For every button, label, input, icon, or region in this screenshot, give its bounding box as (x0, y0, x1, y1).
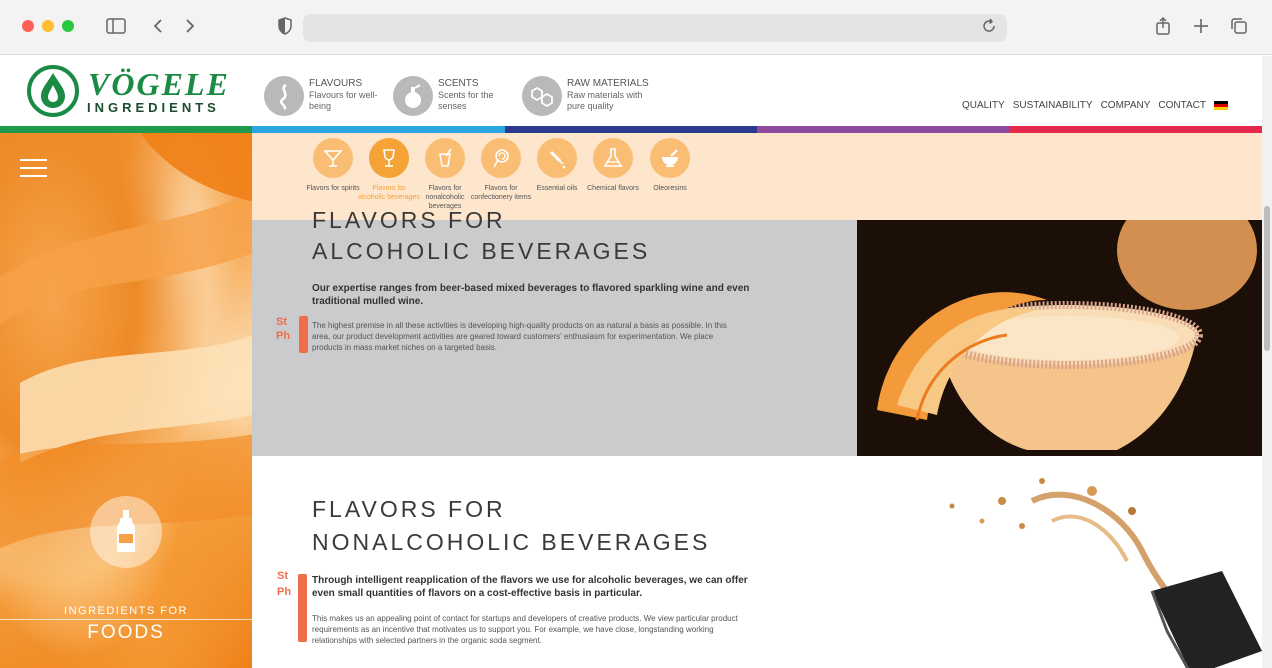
sidebar-label-top[interactable]: INGREDIENTS FOR (0, 605, 252, 617)
subnav-label: Flavors for confectionery items (470, 185, 532, 201)
wine-glass-icon (369, 138, 409, 178)
cocktail-glass-icon (313, 138, 353, 178)
section-title-line1: FLAVORS FOR (312, 496, 506, 522)
sidebar-label-main[interactable]: FOODS (0, 622, 252, 644)
subnav-chemical-flavors[interactable]: Chemical flavors (582, 138, 644, 193)
section-title-line2: ALCOHOLIC BEVERAGES (312, 238, 651, 264)
accent-bar (299, 316, 308, 353)
nav-company[interactable]: COMPANY (1101, 100, 1151, 111)
section-alcoholic-beverages: FLAVORS FOR ALCOHOLIC BEVERAGES Our expe… (252, 207, 857, 456)
subnav-essential-oils[interactable]: Essential oils (526, 138, 588, 193)
nav-quality[interactable]: QUALITY (962, 100, 1005, 111)
subnav-label: Oleoresins (653, 185, 687, 192)
scrollbar-thumb[interactable] (1264, 206, 1270, 351)
logo-wordmark[interactable]: VÖGELE (88, 66, 230, 103)
accent-bar (298, 574, 307, 642)
browser-toolbar (0, 0, 1272, 55)
forward-icon[interactable] (178, 15, 200, 37)
section-title-line1: FLAVORS FOR (312, 207, 506, 233)
page-scrollbar[interactable] (1262, 56, 1272, 668)
category-title: FLAVOURS (309, 78, 363, 89)
badge-st: St (277, 570, 288, 582)
nav-sustainability[interactable]: SUSTAINABILITY (1013, 100, 1093, 111)
category-title: RAW MATERIALS (567, 78, 649, 89)
dropper-icon (537, 138, 577, 178)
category-title: SCENTS (438, 78, 479, 89)
badge-ph: Ph (276, 330, 291, 342)
bottle-icon[interactable] (90, 496, 162, 568)
section-nonalcoholic-beverages: FLAVORS FOR NONALCOHOLIC BEVERAGES Throu… (252, 456, 1262, 668)
subnav-flavors-alcoholic[interactable]: Flavors for alcoholic beverages (358, 138, 420, 202)
badge-st: St (276, 316, 287, 328)
minimize-window-button[interactable] (42, 20, 54, 32)
back-icon[interactable] (148, 15, 170, 37)
hamburger-menu-icon[interactable] (20, 159, 47, 183)
subnav-label: Flavors for spirits (306, 185, 360, 192)
new-tab-icon[interactable] (1190, 15, 1212, 37)
drink-splash-image (949, 478, 1262, 668)
badge-ph: Ph (277, 586, 292, 598)
sidebar-divider (0, 619, 252, 620)
subnav-flavors-confectionery[interactable]: Flavors for confectionery items (470, 138, 532, 202)
share-icon[interactable] (1152, 15, 1174, 37)
category-subtitle: Flavours for well-being (309, 90, 378, 111)
mortar-icon (650, 138, 690, 178)
sidebar-foods: INGREDIENTS FOR FOODS (0, 133, 252, 668)
swirl-icon (264, 76, 304, 116)
sidebar-toggle-icon[interactable] (105, 15, 127, 37)
category-subtitle: Raw materials with pure quality (567, 90, 643, 111)
category-subtitle: Scents for the senses (438, 90, 494, 111)
tab-overview-icon[interactable] (1228, 15, 1250, 37)
section-title-line2: NONALCOHOLIC BEVERAGES (312, 529, 711, 555)
cocktail-photo (857, 220, 1262, 456)
web-page: VÖGELE INGREDIENTS FLAVOURS Flavours for… (0, 56, 1272, 668)
perfume-bottle-icon (393, 76, 433, 116)
section-lead-text: Through intelligent reapplication of the… (312, 575, 748, 599)
subnav-flavors-spirits[interactable]: Flavors for spirits (302, 138, 364, 193)
reload-icon[interactable] (978, 15, 1000, 37)
molecule-icon (522, 76, 562, 116)
lollipop-icon (481, 138, 521, 178)
top-navigation: QUALITY SUSTAINABILITY COMPANY CONTACT (962, 100, 1228, 111)
drink-straw-icon (425, 138, 465, 178)
subnav-oleoresins[interactable]: Oleoresins (639, 138, 701, 193)
subnav-flavors-nonalcoholic[interactable]: Flavors for nonalcoholic beverages (414, 138, 476, 211)
subnav-label: Chemical flavors (587, 185, 639, 192)
section-lead-text: Our expertise ranges from beer-based mix… (312, 283, 750, 307)
close-window-button[interactable] (22, 20, 34, 32)
flask-icon (593, 138, 633, 178)
subnav-label: Flavors for alcoholic beverages (358, 185, 420, 201)
german-flag-icon[interactable] (1214, 101, 1228, 110)
section-body-text: This makes us an appealing point of cont… (312, 614, 738, 645)
site-header: VÖGELE INGREDIENTS FLAVOURS Flavours for… (0, 56, 1262, 126)
vogele-logo-icon[interactable] (27, 65, 79, 122)
color-stripe (0, 126, 1263, 133)
logo-subtitle: INGREDIENTS (87, 100, 220, 115)
privacy-shield-icon[interactable] (274, 15, 296, 37)
subnav-label: Essential oils (536, 185, 578, 192)
maximize-window-button[interactable] (62, 20, 74, 32)
address-bar[interactable] (303, 14, 1007, 42)
section-body-text: The highest premise in all these activit… (312, 321, 727, 352)
nav-contact[interactable]: CONTACT (1158, 100, 1206, 111)
